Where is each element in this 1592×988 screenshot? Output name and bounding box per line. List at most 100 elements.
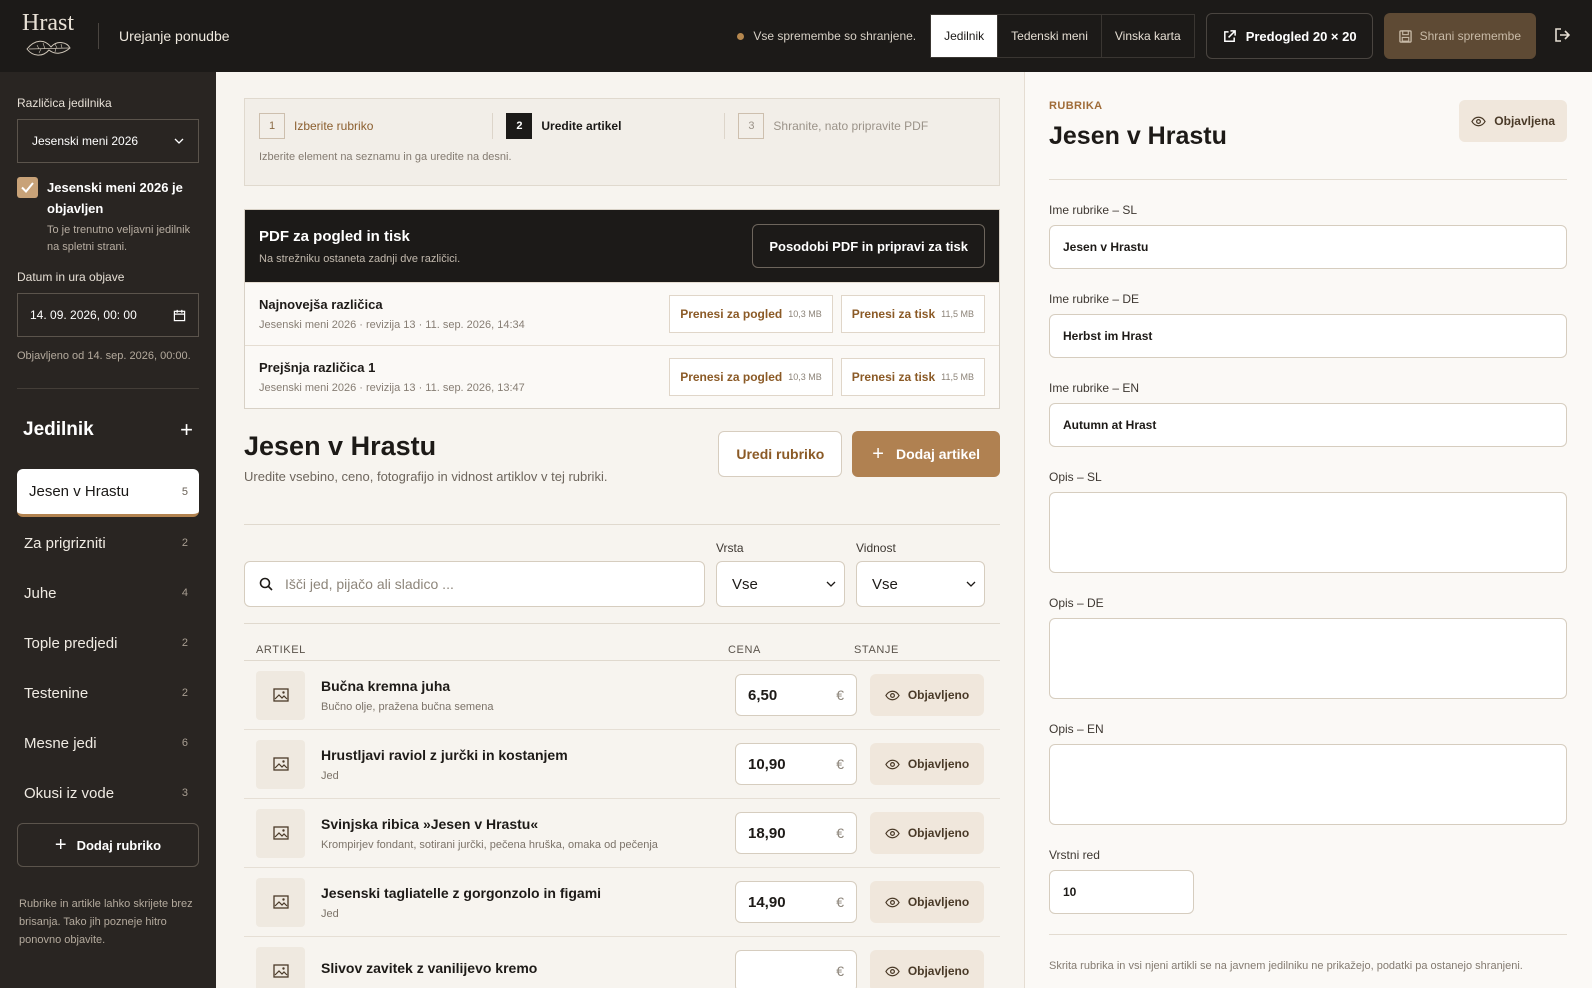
published-checkbox-label: Jesenski meni 2026 je objavljen: [47, 180, 183, 216]
status-toggle[interactable]: Objavljeno: [870, 743, 984, 785]
step-label: Shranite, nato pripravite PDF: [773, 119, 929, 133]
add-category-button[interactable]: + Dodaj rubriko: [17, 823, 199, 867]
file-size: 10,3 MB: [788, 372, 822, 382]
tab-tedenski-meni[interactable]: Tedenski meni: [997, 15, 1101, 57]
download-print-button[interactable]: Prenesi za tisk 11,5 MB: [840, 358, 985, 396]
status-toggle[interactable]: Objavljeno: [870, 812, 984, 854]
pdf-panel: PDF za pogled in tisk Na strežniku ostan…: [244, 209, 1000, 409]
image-placeholder-icon: [272, 688, 289, 702]
desc-en-textarea[interactable]: [1049, 744, 1567, 825]
price-input[interactable]: €: [735, 950, 857, 988]
sidebar-item-juhe[interactable]: Juhe 4: [17, 569, 199, 617]
table-row[interactable]: Slivov zavitek z vanilijevo kremo € Objavl…: [244, 937, 1000, 988]
publish-date-value: 14. 09. 2026, 00: 00: [30, 308, 137, 322]
search-icon: [259, 577, 273, 591]
check-icon: [21, 182, 34, 193]
step-1: 1 Izberite rubriko: [259, 113, 373, 139]
currency-symbol: €: [836, 687, 844, 703]
article-thumbnail[interactable]: [256, 877, 305, 927]
name-en-field[interactable]: Autumn at Hrast: [1049, 403, 1567, 447]
search-input[interactable]: Išči jed, pijačo ali sladico ...: [244, 561, 705, 607]
version-select-value: Jesenski meni 2026: [32, 134, 139, 148]
section-subtitle: Uredite vsebino, ceno, fotografijo in vi…: [244, 469, 608, 484]
article-thumbnail[interactable]: [256, 946, 305, 988]
desc-en-label: Opis – EN: [1049, 722, 1104, 736]
article-thumbnail[interactable]: [256, 808, 305, 858]
panel-footer-note: Skrita rubrika in vsi njeni artikli se n…: [1049, 960, 1523, 972]
desc-sl-textarea[interactable]: [1049, 492, 1567, 573]
order-field[interactable]: 10: [1049, 870, 1194, 914]
status-toggle[interactable]: Objavljeno: [870, 950, 984, 988]
desc-de-label: Opis – DE: [1049, 596, 1104, 610]
type-filter-select[interactable]: Vse: [716, 561, 845, 607]
table-row[interactable]: Bučna kremna juha Bučno olje, pražena buč…: [244, 661, 1000, 730]
add-article-button[interactable]: + Dodaj artikel: [852, 431, 1000, 477]
version-select[interactable]: Jesenski meni 2026: [17, 119, 199, 163]
name-sl-label: Ime rubrike – SL: [1049, 203, 1138, 217]
chevron-down-icon: [966, 581, 976, 587]
sidebar-item-za-prigrizniti[interactable]: Za prigrizniti 2: [17, 519, 199, 567]
sidebar-item-okusi-iz-vode[interactable]: Okusi iz vode 3: [17, 769, 199, 817]
table-row[interactable]: Jesenski tagliatelle z gorgonzolo in fig…: [244, 868, 1000, 937]
logo[interactable]: Hrast: [20, 11, 76, 61]
section-title: Jesen v Hrastu: [244, 431, 437, 461]
download-view-button[interactable]: Prenesi za pogled 10,3 MB: [669, 295, 833, 333]
name-sl-field[interactable]: Jesen v Hrastu: [1049, 225, 1567, 269]
price-input[interactable]: 6,50 €: [735, 674, 857, 716]
type-filter: Vrsta Vse: [716, 541, 845, 607]
published-checkbox[interactable]: [17, 177, 38, 198]
price-input[interactable]: 10,90 €: [735, 743, 857, 785]
status-label: Objavljeno: [907, 688, 970, 702]
tab-jedilnik[interactable]: Jedilnik: [931, 15, 998, 57]
price-value: 14,90: [748, 893, 786, 911]
sidebar-item-label: Tople predjedi: [24, 634, 118, 652]
file-size: 11,5 MB: [941, 309, 974, 319]
category-published-toggle[interactable]: Objavljena: [1459, 100, 1567, 142]
article-thumbnail[interactable]: [256, 739, 305, 789]
article-list: Bučna kremna juha Bučno olje, pražena buč…: [244, 661, 1000, 988]
update-pdf-button[interactable]: Posodobi PDF in pripravi za tisk: [752, 224, 985, 268]
pdf-title: PDF za pogled in tisk: [259, 227, 410, 245]
menu-title: Jedilnik: [23, 419, 94, 440]
sidebar-item-label: Za prigrizniti: [24, 534, 106, 552]
price-input[interactable]: 18,90 €: [735, 812, 857, 854]
step-label: Uredite artikel: [541, 119, 622, 133]
price-input[interactable]: 14,90 €: [735, 881, 857, 923]
pdf-subtitle: Na strežniku ostaneta zadnji dve različi…: [259, 252, 461, 265]
download-view-label: Prenesi za pogled: [680, 370, 783, 384]
download-view-button[interactable]: Prenesi za pogled 10,3 MB: [669, 358, 833, 396]
save-button[interactable]: Shrani spremembe: [1383, 13, 1536, 59]
table-row[interactable]: Svinjska ribica »Jesen v Hrastu« Krompirj…: [244, 799, 1000, 868]
edit-category-button[interactable]: Uredi rubriko: [718, 431, 843, 477]
download-print-button[interactable]: Prenesi za tisk 11,5 MB: [840, 295, 985, 333]
desc-de-textarea[interactable]: [1049, 618, 1567, 699]
article-description: Jed: [321, 907, 339, 920]
add-category-plus-icon[interactable]: +: [180, 417, 193, 443]
sidebar-item-testenine[interactable]: Testenine 2: [17, 669, 199, 717]
article-description: Krompirjev fondant, sotirani jurčki, peč…: [321, 838, 658, 851]
status-toggle[interactable]: Objavljeno: [870, 881, 984, 923]
preview-button[interactable]: Predogled 20 × 20: [1205, 13, 1373, 59]
step-2: 2 Uredite artikel: [506, 113, 621, 139]
sidebar-item-mesne-jedi[interactable]: Mesne jedi 6: [17, 719, 199, 767]
plus-icon: +: [872, 442, 884, 465]
status-toggle[interactable]: Objavljeno: [870, 674, 984, 716]
calendar-icon[interactable]: [173, 309, 186, 322]
price-value: 18,90: [748, 824, 786, 842]
table-header: ARTIKEL CENA STANJE: [244, 624, 1000, 661]
tab-vinska-karta[interactable]: Vinska karta: [1100, 15, 1194, 57]
name-de-field[interactable]: Herbst im Hrast: [1049, 314, 1567, 358]
preview-button-label: Predogled 20 × 20: [1245, 28, 1357, 44]
publish-date-input[interactable]: 14. 09. 2026, 00: 00: [17, 293, 199, 337]
save-button-label: Shrani spremembe: [1419, 29, 1521, 43]
logout-button[interactable]: [1554, 27, 1572, 45]
sidebar-item-tople-predjedi[interactable]: Tople predjedi 2: [17, 619, 199, 667]
sidebar-item-label: Mesne jedi: [24, 734, 97, 752]
sidebar-item-jesen-v-hrastu[interactable]: Jesen v Hrastu 5: [17, 469, 199, 517]
table-row[interactable]: Hrustljavi raviol z jurčki in kostanjem J…: [244, 730, 1000, 799]
article-thumbnail[interactable]: [256, 670, 305, 720]
image-placeholder-icon: [272, 826, 289, 840]
step-label: Izberite rubriko: [294, 119, 374, 133]
desc-sl-label: Opis – SL: [1049, 470, 1102, 484]
visibility-filter-select[interactable]: Vse: [856, 561, 985, 607]
